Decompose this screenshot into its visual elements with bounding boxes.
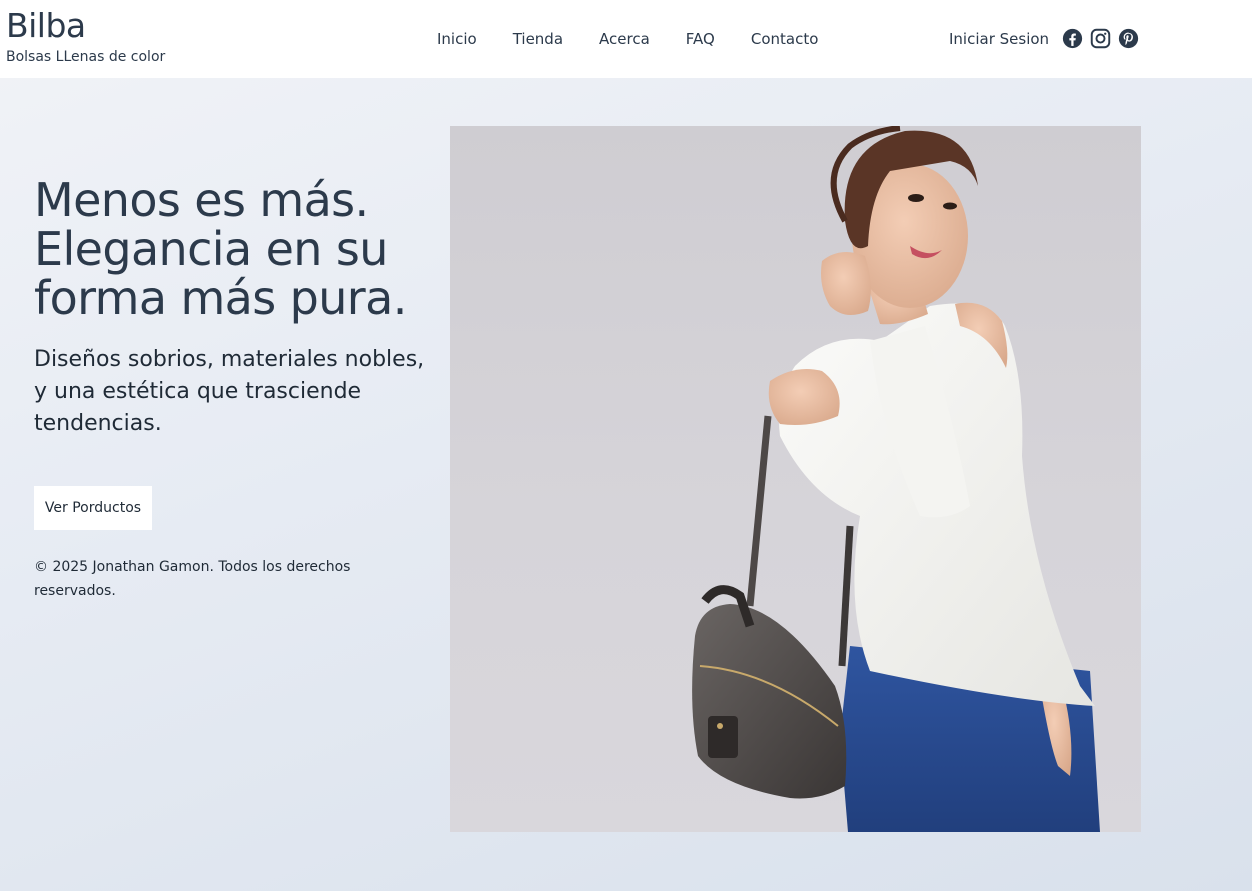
nav-item-inicio[interactable]: Inicio: [437, 28, 477, 50]
nav-item-contacto[interactable]: Contacto: [751, 28, 819, 50]
nav-item-acerca[interactable]: Acerca: [599, 28, 650, 50]
social-links: [1062, 28, 1139, 49]
nav-item-tienda[interactable]: Tienda: [513, 28, 563, 50]
instagram-icon[interactable]: [1090, 28, 1111, 49]
main-nav: Inicio Tienda Acerca FAQ Contacto: [437, 28, 854, 50]
copyright-text: © 2025 Jonathan Gamon. Todos los derecho…: [34, 559, 351, 599]
login-link[interactable]: Iniciar Sesion: [949, 28, 1049, 50]
pinterest-icon[interactable]: [1118, 28, 1139, 49]
brand[interactable]: Bilba Bolsas LLenas de color: [6, 8, 165, 66]
view-products-button[interactable]: Ver Porductos: [34, 486, 152, 530]
hero-photo: [450, 126, 1141, 832]
site-header: Bilba Bolsas LLenas de color Inicio Tien…: [0, 0, 1252, 78]
facebook-icon[interactable]: [1062, 28, 1083, 49]
nav-item-faq[interactable]: FAQ: [686, 28, 715, 50]
hero-subtitle: Diseños sobrios, materiales nobles, y un…: [34, 347, 425, 436]
hero-title: Menos es más. Elegancia en su forma más …: [34, 173, 407, 325]
brand-name[interactable]: Bilba: [6, 8, 165, 44]
model-with-bag-illustration: [692, 126, 1100, 832]
brand-tagline: Bolsas LLenas de color: [6, 49, 166, 65]
